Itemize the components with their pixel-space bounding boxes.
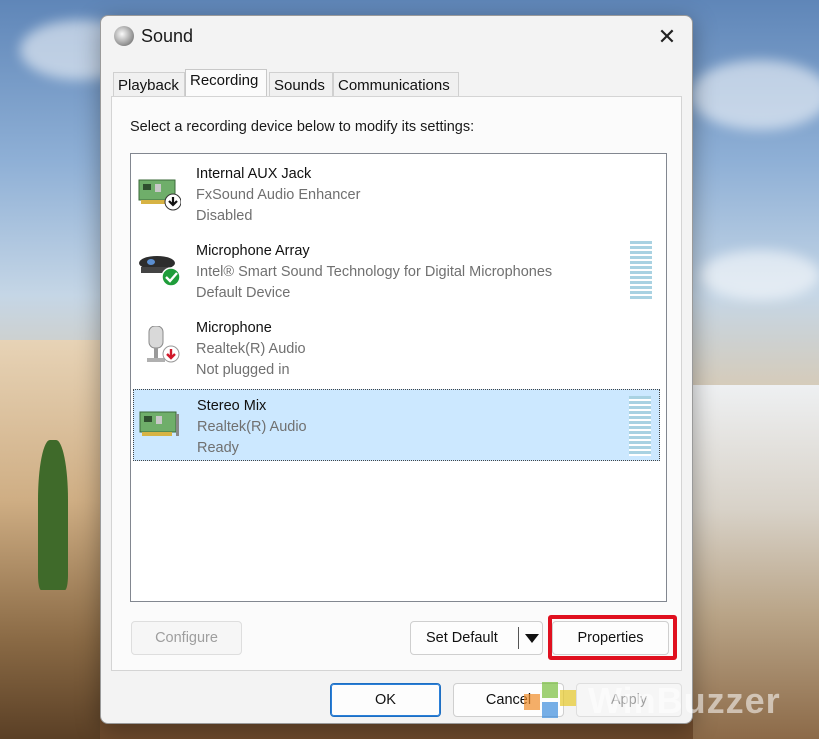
title-bar[interactable]: Sound ✕ bbox=[101, 16, 692, 58]
device-name: Microphone bbox=[196, 320, 272, 336]
device-name: Microphone Array bbox=[196, 243, 310, 259]
device-subtitle: Realtek(R) Audio bbox=[196, 341, 306, 357]
configure-button[interactable]: Configure bbox=[131, 621, 242, 655]
level-meter bbox=[630, 241, 652, 301]
sound-card-icon bbox=[138, 179, 181, 211]
properties-highlight-box bbox=[548, 615, 677, 660]
webcam-microphone-icon bbox=[139, 256, 181, 287]
tab-recording[interactable]: Recording bbox=[185, 69, 267, 99]
device-status: Ready bbox=[197, 440, 239, 456]
close-button[interactable]: ✕ bbox=[650, 22, 684, 52]
level-meter bbox=[629, 396, 651, 456]
tab-sounds[interactable]: Sounds bbox=[269, 72, 333, 98]
winbuzzer-logo-icon bbox=[524, 682, 576, 718]
microphone-icon bbox=[147, 326, 180, 363]
winbuzzer-watermark: WinBuzzer bbox=[520, 676, 819, 726]
device-status: Default Device bbox=[196, 285, 291, 301]
dropdown-arrow-icon[interactable] bbox=[525, 634, 539, 643]
tab-playback[interactable]: Playback bbox=[113, 72, 185, 98]
device-status: Not plugged in bbox=[196, 362, 290, 378]
list-item-stereo-mix[interactable]: Stereo Mix Realtek(R) Audio Ready bbox=[133, 389, 660, 461]
list-item-microphone[interactable]: Microphone Realtek(R) Audio Not plugged … bbox=[133, 312, 660, 384]
device-name: Internal AUX Jack bbox=[196, 166, 312, 182]
device-name: Stereo Mix bbox=[197, 398, 267, 414]
list-item-microphone-array[interactable]: Microphone Array Intel® Smart Sound Tech… bbox=[133, 235, 660, 307]
list-item-internal-aux-jack[interactable]: Internal AUX Jack FxSound Audio Enhancer… bbox=[133, 158, 660, 230]
background-tree bbox=[38, 440, 68, 590]
device-status: Disabled bbox=[196, 208, 253, 224]
speaker-icon bbox=[114, 26, 134, 46]
tab-communications[interactable]: Communications bbox=[333, 72, 459, 98]
instruction-text: Select a recording device below to modif… bbox=[130, 119, 475, 135]
device-list[interactable]: Internal AUX Jack FxSound Audio Enhancer… bbox=[130, 153, 667, 602]
background-cloud bbox=[690, 60, 819, 130]
set-default-label: Set Default bbox=[426, 630, 498, 646]
recording-panel: Select a recording device below to modif… bbox=[111, 96, 682, 671]
sound-dialog: Sound ✕ Playback Recording Sounds Commun… bbox=[100, 15, 693, 724]
watermark-text: WinBuzzer bbox=[588, 680, 781, 721]
ok-button[interactable]: OK bbox=[330, 683, 441, 717]
window-title: Sound bbox=[141, 26, 194, 46]
background-cloud bbox=[700, 250, 819, 300]
split-divider bbox=[518, 627, 519, 649]
device-subtitle: FxSound Audio Enhancer bbox=[196, 187, 361, 203]
sound-card-icon bbox=[139, 411, 179, 436]
device-subtitle: Realtek(R) Audio bbox=[197, 419, 307, 435]
device-subtitle: Intel® Smart Sound Technology for Digita… bbox=[196, 264, 553, 280]
set-default-split-button[interactable]: Set Default bbox=[410, 621, 543, 655]
